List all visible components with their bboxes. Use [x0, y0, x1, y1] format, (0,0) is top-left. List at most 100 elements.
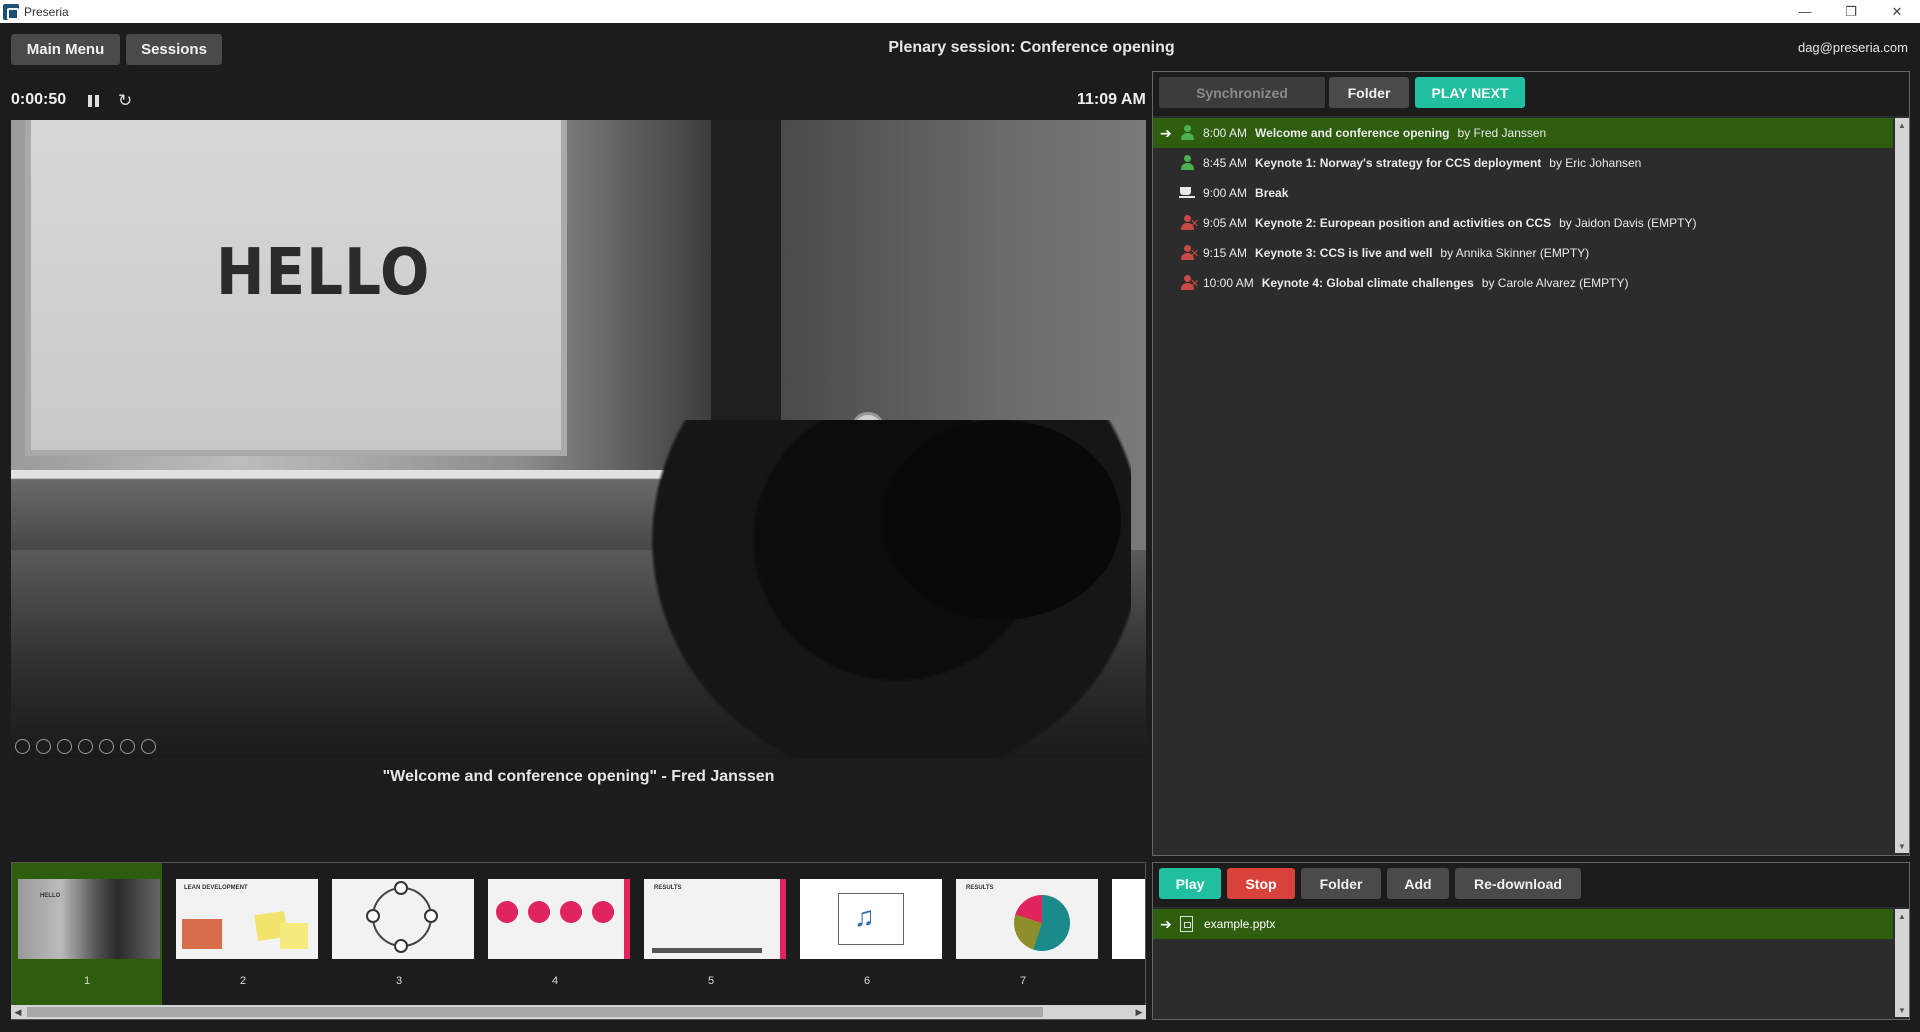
thumbnail-scrollbar[interactable]: ◀ ▶ [11, 1005, 1146, 1019]
slide-thumbnail-image: RESULTS [644, 879, 786, 959]
slide-thumbnail-image [488, 879, 630, 959]
schedule-row-text: 8:45 AM Keynote 1: Norway's strategy for … [1203, 156, 1641, 170]
schedule-speaker: by Carole Alvarez (EMPTY) [1481, 276, 1629, 290]
slide-thumbnail-title: LEAN DEVELOPMENT [184, 885, 248, 891]
slide-thumbnail[interactable]: 4 [480, 863, 630, 1005]
schedule-row-text: 9:05 AM Keynote 2: European position and … [1203, 216, 1696, 230]
slide-thumbnail-image: ♫ [800, 879, 942, 959]
schedule-time: 9:00 AM [1203, 186, 1248, 200]
schedule-row[interactable]: 9:00 AM Break [1153, 178, 1893, 208]
slide-thumbnail[interactable]: 3 [324, 863, 474, 1005]
slide-thumbnail[interactable]: ♫ 6 [792, 863, 942, 1005]
scrollbar-thumb[interactable] [27, 1007, 1043, 1017]
schedule-time: 10:00 AM [1203, 276, 1254, 290]
zoom-icon[interactable] [99, 739, 114, 754]
schedule-panel: Synchronized Folder PLAY NEXT ➔ 8:00 AM W… [1152, 71, 1910, 856]
add-button[interactable]: Add [1387, 868, 1449, 899]
stop-button[interactable]: Stop [1227, 868, 1295, 899]
slide-thumbnail[interactable]: RESULTS 7 [948, 863, 1098, 1005]
restart-icon[interactable]: ↻ [118, 92, 132, 109]
schedule-time: 8:45 AM [1203, 156, 1248, 170]
slide-thumbnail[interactable]: RESULTS 5 [636, 863, 786, 1005]
close-button[interactable]: ✕ [1874, 0, 1920, 23]
more-icon[interactable] [120, 739, 135, 754]
slide-number: 2 [239, 975, 247, 987]
schedule-title: Keynote 2: European position and activit… [1255, 216, 1552, 230]
slide-thumbnail-image: LEAN DEVELOPMENT [176, 879, 318, 959]
slide-thumbnail-title: RESULTS [966, 885, 994, 891]
schedule-time: 9:05 AM [1203, 216, 1248, 230]
sessions-button[interactable]: Sessions [126, 34, 222, 65]
scroll-up-icon[interactable]: ▲ [1895, 909, 1909, 923]
camera-icon[interactable] [141, 739, 156, 754]
redownload-button[interactable]: Re-download [1455, 868, 1581, 899]
folder-button[interactable]: Folder [1329, 77, 1409, 108]
person-icon [1179, 155, 1197, 171]
synchronized-tab[interactable]: Synchronized [1159, 77, 1325, 108]
schedule-time: 9:15 AM [1203, 246, 1248, 260]
files-scrollbar[interactable]: ▲ ▼ [1895, 909, 1909, 1017]
play-button[interactable]: Play [1159, 868, 1221, 899]
scroll-up-icon[interactable]: ▲ [1895, 118, 1909, 132]
person-missing-icon: ✕ [1179, 275, 1199, 291]
schedule-row[interactable]: ✕ 9:05 AM Keynote 2: European position an… [1153, 208, 1893, 238]
slide-thumbnail-title: RESULTS [654, 885, 682, 891]
schedule-row[interactable]: ✕ 10:00 AM Keynote 4: Global climate chal… [1153, 268, 1893, 298]
slide-thumbnail[interactable]: LEAN DEVELOPMENT 2 [168, 863, 318, 1005]
file-name: example.pptx [1204, 917, 1276, 931]
schedule-row-text: 9:00 AM Break [1203, 186, 1288, 200]
schedule-list: ➔ 8:00 AM Welcome and conference opening b… [1153, 118, 1893, 298]
person-missing-icon: ✕ [1179, 215, 1199, 231]
video-player[interactable]: HELLO [11, 120, 1146, 758]
scroll-down-icon[interactable]: ▼ [1895, 1003, 1909, 1017]
prev-icon[interactable] [15, 739, 30, 754]
scroll-right-icon[interactable]: ▶ [1132, 1005, 1146, 1019]
top-bar: Main Menu Sessions Plenary session: Conf… [0, 23, 1920, 73]
schedule-title: Break [1255, 186, 1289, 200]
next-icon[interactable] [36, 739, 51, 754]
app-logo-icon [3, 3, 19, 20]
files-toolbar: Play Stop Folder Add Re-download [1153, 863, 1909, 907]
schedule-row[interactable]: 8:45 AM Keynote 1: Norway's strategy for … [1153, 148, 1893, 178]
person-missing-icon: ✕ [1179, 245, 1199, 261]
slide-number: 6 [863, 975, 871, 987]
schedule-speaker: by Fred Janssen [1457, 126, 1547, 140]
slide-thumbnail-strip: HELLO 1 LEAN DEVELOPMENT 2 3 4 RESULTS 5… [11, 862, 1146, 1020]
pen-icon[interactable] [57, 739, 72, 754]
user-email[interactable]: dag@preseria.com [1798, 40, 1908, 55]
scroll-down-icon[interactable]: ▼ [1895, 839, 1909, 853]
window-controls: — ❐ ✕ [1782, 0, 1920, 23]
main-menu-button[interactable]: Main Menu [11, 34, 120, 65]
schedule-row[interactable]: ✕ 9:15 AM Keynote 3: CCS is live and well… [1153, 238, 1893, 268]
person-icon [1179, 125, 1197, 141]
grid-icon[interactable] [78, 739, 93, 754]
minimize-button[interactable]: — [1782, 0, 1828, 23]
file-row[interactable]: ➔ example.pptx [1153, 909, 1893, 939]
schedule-title: Keynote 1: Norway's strategy for CCS dep… [1255, 156, 1542, 170]
schedule-speaker: by Jaidon Davis (EMPTY) [1559, 216, 1697, 230]
file-icon [1180, 916, 1193, 932]
slide-thumbnail[interactable]: HELLO 1 [12, 863, 162, 1005]
slide-number: 3 [395, 975, 403, 987]
files-panel: Play Stop Folder Add Re-download ➔ examp… [1152, 862, 1910, 1020]
current-arrow-icon: ➔ [1160, 915, 1172, 932]
schedule-title: Welcome and conference opening [1255, 126, 1450, 140]
slide-thumbnail-image: RESULTS [956, 879, 1098, 959]
schedule-time: 8:00 AM [1203, 126, 1248, 140]
schedule-speaker: by Annika Skinner (EMPTY) [1440, 246, 1590, 260]
pause-icon[interactable] [88, 95, 100, 107]
slide-number: 1 [83, 975, 91, 987]
slide-text: HELLO [216, 234, 431, 310]
schedule-scrollbar[interactable]: ▲ ▼ [1895, 118, 1909, 853]
slide-thumbnail[interactable] [1104, 863, 1145, 1005]
slide-number: 4 [551, 975, 559, 987]
files-folder-button[interactable]: Folder [1301, 868, 1381, 899]
schedule-toolbar: Synchronized Folder PLAY NEXT [1153, 72, 1909, 116]
play-next-button[interactable]: PLAY NEXT [1415, 77, 1525, 108]
restore-button[interactable]: ❐ [1828, 0, 1874, 23]
scroll-left-icon[interactable]: ◀ [11, 1005, 25, 1019]
schedule-row[interactable]: ➔ 8:00 AM Welcome and conference opening b… [1153, 118, 1893, 148]
schedule-title: Keynote 3: CCS is live and well [1255, 246, 1433, 260]
slide-thumbnail-image [332, 879, 474, 959]
slide-number: 5 [707, 975, 715, 987]
